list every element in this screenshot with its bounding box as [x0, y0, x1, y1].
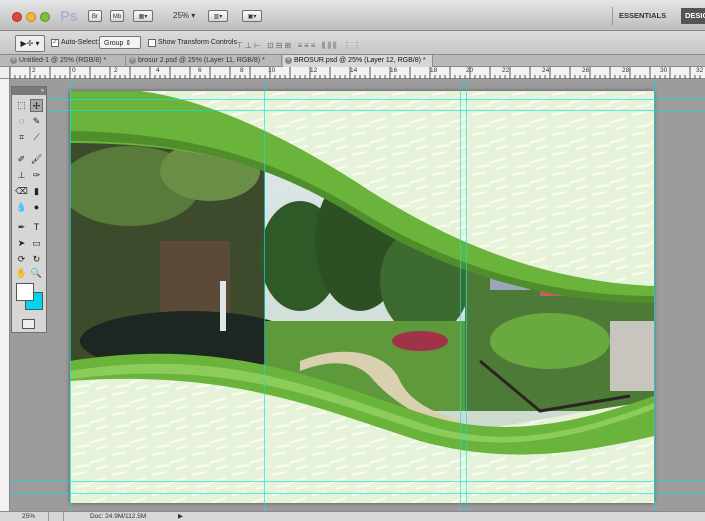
tool-preset-picker[interactable]: ▶✢ ▾ — [15, 35, 45, 52]
status-bar: 25% Doc: 24.9M/112.5M ▶ — [0, 511, 705, 521]
status-icon[interactable] — [48, 512, 64, 521]
brush-tool-icon[interactable]: 🖌 — [30, 153, 43, 166]
ruler-label: 22 — [502, 67, 510, 74]
options-bar: ▶✢ ▾ ✓ Auto-Select: Group ⇕ Show Transfo… — [0, 31, 705, 55]
align-distribute-icons[interactable]: ⊤⊥⊢ ⊡⊟⊞ ≡≡≡ ⫼⫼⫼ ⋮⋮ — [236, 41, 363, 51]
tools-panel: » ⬚ ✢ ◌ ✎ ⌗ ⟋ ✐ 🖌 ⊥ ✑ ⌫ ▮ 💧 ● ✒ T ➤ ▭ ⟳ … — [11, 86, 47, 333]
rectangle-tool-icon[interactable]: ▭ — [30, 237, 43, 250]
ruler-label: 30 — [660, 67, 668, 74]
guide-horizontal[interactable] — [10, 481, 705, 482]
ruler-label: 6 — [198, 67, 202, 74]
vertical-ruler[interactable] — [0, 79, 10, 511]
tab-label: BROSUR.psd @ 25% (Layer 12, RGB/8) * — [294, 57, 426, 64]
show-transform-checkbox[interactable] — [148, 39, 156, 47]
auto-select-dropdown[interactable]: Group ⇕ — [99, 36, 141, 49]
extras-menu-icon[interactable]: ▦▾ — [133, 10, 153, 22]
auto-select-label: Auto-Select: — [61, 39, 100, 46]
dodge-tool-icon[interactable]: ● — [30, 201, 43, 214]
healing-brush-tool-icon[interactable]: ✐ — [15, 153, 28, 166]
quick-mask-icon[interactable] — [22, 319, 35, 329]
zoom-window-button[interactable] — [40, 12, 50, 22]
tab-brosur-2[interactable]: × brosur 2.psd @ 25% (Layer 11, RGB/8) * — [127, 55, 282, 67]
blur-tool-icon[interactable]: 💧 — [15, 201, 28, 214]
ruler-label: 24 — [542, 67, 550, 74]
ruler-label: 10 — [268, 67, 276, 74]
ruler-origin[interactable] — [0, 67, 10, 79]
ruler-label: 12 — [310, 67, 318, 74]
zoom-level-dropdown[interactable]: 25% ▾ — [173, 11, 195, 20]
guide-vertical[interactable] — [70, 79, 71, 511]
ruler-label: 20 — [466, 67, 474, 74]
foreground-color-swatch[interactable] — [16, 283, 34, 301]
close-window-button[interactable] — [12, 12, 22, 22]
document-canvas[interactable] — [70, 91, 654, 503]
ruler-label: 4 — [156, 67, 160, 74]
tab-brosur[interactable]: × BROSUR.psd @ 25% (Layer 12, RGB/8) * — [283, 55, 433, 67]
zoom-value: 25% — [173, 11, 190, 20]
tab-label: brosur 2.psd @ 25% (Layer 11, RGB/8) * — [138, 57, 265, 64]
tab-label: Untitled-1 @ 25% (RGB/8) * — [19, 57, 107, 64]
guide-horizontal[interactable] — [10, 493, 705, 494]
guide-vertical[interactable] — [654, 79, 655, 511]
show-transform-label: Show Transform Controls — [158, 39, 237, 46]
ruler-label: 8 — [240, 67, 244, 74]
guide-horizontal[interactable] — [10, 99, 705, 100]
tools-panel-header[interactable]: » — [12, 87, 46, 95]
pen-tool-icon[interactable]: ✒ — [15, 221, 28, 234]
type-tool-icon[interactable]: T — [30, 221, 43, 234]
close-tab-icon[interactable]: × — [129, 57, 136, 64]
move-tool-icon[interactable]: ✢ — [30, 99, 43, 112]
zoom-tool-icon[interactable]: 🔍 — [30, 267, 43, 280]
photoshop-logo: Ps — [60, 8, 78, 25]
3d-orbit-tool-icon[interactable]: ↻ — [30, 253, 43, 266]
ruler-label: 32 — [696, 67, 704, 74]
hand-tool-icon[interactable]: ✋ — [15, 267, 28, 280]
3d-rotate-tool-icon[interactable]: ⟳ — [15, 253, 28, 266]
arrange-documents-icon[interactable]: ▥▾ — [208, 10, 228, 22]
guide-vertical[interactable] — [264, 79, 265, 511]
tab-untitled-1[interactable]: × Untitled-1 @ 25% (RGB/8) * — [8, 55, 126, 67]
ruler-label: 26 — [582, 67, 590, 74]
guide-vertical[interactable] — [466, 79, 467, 511]
marquee-tool-icon[interactable]: ⬚ — [15, 99, 28, 112]
close-tab-icon[interactable]: × — [10, 57, 17, 64]
ruler-label: 18 — [430, 67, 438, 74]
workspace-design[interactable]: DESIG — [681, 8, 705, 24]
ruler-label: 2 — [114, 67, 118, 74]
auto-select-value: Group — [104, 40, 124, 47]
eraser-tool-icon[interactable]: ⌫ — [15, 185, 28, 198]
guide-horizontal[interactable] — [10, 110, 705, 111]
ruler-label: 28 — [622, 67, 630, 74]
quick-select-tool-icon[interactable]: ✎ — [30, 115, 43, 128]
status-menu-arrow-icon[interactable]: ▶ — [178, 512, 183, 521]
bridge-icon[interactable]: Br — [88, 10, 102, 22]
status-doc-size: Doc: 24.9M/112.5M — [90, 513, 147, 520]
path-selection-tool-icon[interactable]: ➤ — [15, 237, 28, 250]
eyedropper-tool-icon[interactable]: ⟋ — [30, 131, 43, 144]
close-tab-icon[interactable]: × — [285, 57, 292, 64]
history-brush-tool-icon[interactable]: ✑ — [30, 169, 43, 182]
mini-bridge-icon[interactable]: Mb — [110, 10, 124, 22]
ruler-label: 2 — [32, 67, 36, 74]
ruler-label: 16 — [390, 67, 398, 74]
guide-vertical[interactable] — [460, 79, 461, 511]
clone-stamp-tool-icon[interactable]: ⊥ — [15, 169, 28, 182]
ruler-label: 0 — [72, 67, 76, 74]
ruler-label: 14 — [350, 67, 358, 74]
horizontal-ruler[interactable]: 2 0 2 4 6 8 10 12 14 16 18 20 22 24 26 2… — [10, 67, 705, 79]
document-tab-bar: × Untitled-1 @ 25% (RGB/8) * × brosur 2.… — [0, 55, 705, 67]
workspace-essentials[interactable]: ESSENTIALS — [612, 7, 672, 25]
lasso-tool-icon[interactable]: ◌ — [15, 115, 28, 128]
gradient-tool-icon[interactable]: ▮ — [30, 185, 43, 198]
brochure-artwork — [70, 91, 654, 503]
screen-mode-icon[interactable]: ▣▾ — [242, 10, 262, 22]
status-zoom[interactable]: 25% — [22, 512, 35, 521]
crop-tool-icon[interactable]: ⌗ — [15, 131, 28, 144]
application-bar: Ps Br Mb ▦▾ 25% ▾ ▥▾ ▣▾ ESSENTIALS DESIG — [0, 0, 705, 31]
auto-select-checkbox[interactable]: ✓ — [51, 39, 59, 47]
minimize-window-button[interactable] — [26, 12, 36, 22]
